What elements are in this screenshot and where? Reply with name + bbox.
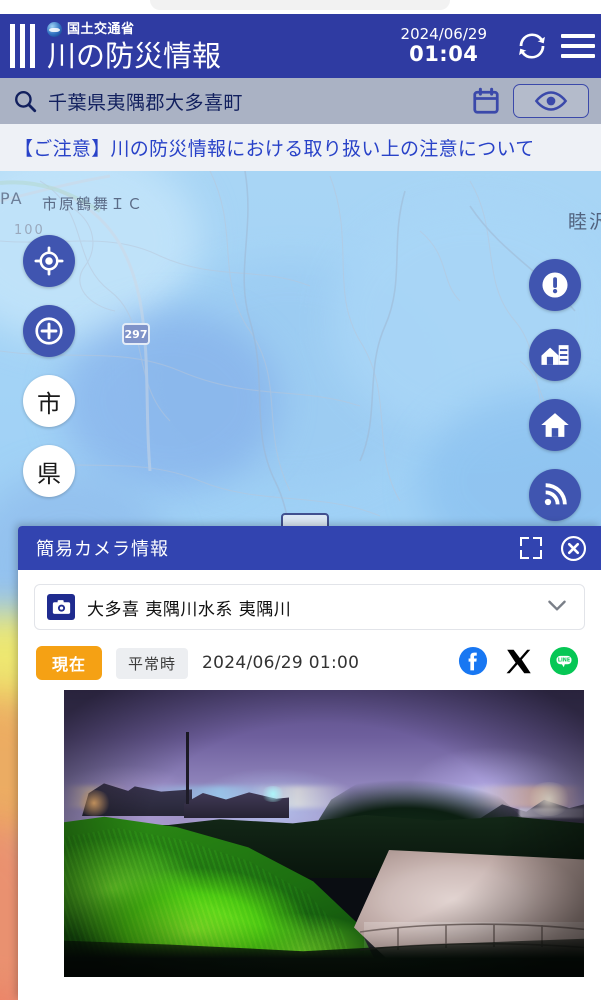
- app-root: 国土交通省 川の防災情報 2024/06/29 01:04 千葉県夷隅郡大多喜町…: [0, 0, 601, 1000]
- refresh-button[interactable]: [509, 30, 555, 62]
- station-selector[interactable]: 大多喜 夷隅川水系 夷隅川: [34, 584, 585, 630]
- site-title: 川の防災情報: [47, 39, 222, 73]
- camera-info-panel: 簡易カメラ情報 大多喜 夷隅川水系 夷隅川 現在 平常時 2024/06/29 …: [18, 526, 601, 1000]
- zoom-in-button[interactable]: [23, 305, 75, 357]
- map-label-pa: PA: [0, 189, 24, 208]
- calendar-button[interactable]: [465, 86, 507, 116]
- close-icon: [560, 535, 587, 561]
- exclamation-circle-icon: [542, 272, 568, 298]
- feed-button[interactable]: [529, 469, 581, 521]
- rss-icon: [544, 483, 567, 506]
- header-datetime: 2024/06/29 01:04: [400, 25, 487, 66]
- status-badge-now[interactable]: 現在: [36, 646, 103, 680]
- flooded-house-icon: [541, 345, 569, 365]
- brand-bars-icon: [10, 24, 35, 68]
- close-button[interactable]: [560, 535, 587, 562]
- camera-meta-row: 現在 平常時 2024/06/29 01:00 LINE: [36, 646, 585, 680]
- station-name: 大多喜 夷隅川水系 夷隅川: [87, 599, 292, 620]
- notice-bar[interactable]: 【ご注意】川の防災情報における取り扱い上の注意について: [0, 124, 601, 171]
- search-bar: [0, 78, 601, 124]
- svg-text:LINE: LINE: [558, 658, 570, 664]
- panel-title: 簡易カメラ情報: [36, 539, 169, 560]
- calendar-icon: [473, 87, 499, 114]
- search-icon[interactable]: [12, 88, 38, 114]
- refresh-icon: [519, 33, 545, 59]
- warning-button[interactable]: [529, 259, 581, 311]
- menu-button[interactable]: [555, 34, 601, 58]
- flood-damage-button[interactable]: [529, 329, 581, 381]
- panel-body: 大多喜 夷隅川水系 夷隅川 現在 平常時 2024/06/29 01:00 LI…: [18, 570, 601, 977]
- ministry-name: 国土交通省: [67, 21, 135, 37]
- panel-header: 簡易カメラ情報: [18, 526, 601, 570]
- map-label-mutsuzawa: 睦沢: [568, 211, 601, 233]
- locate-me-button[interactable]: [23, 235, 75, 287]
- brand-block[interactable]: 国土交通省 川の防災情報: [47, 19, 221, 73]
- mlit-logo: [47, 21, 62, 37]
- map-label-ichihara-ic: 市原鶴舞ＩＣ: [42, 195, 145, 213]
- search-input[interactable]: [48, 90, 465, 112]
- fullscreen-button[interactable]: [520, 537, 542, 559]
- river-camera-photo[interactable]: [64, 690, 584, 977]
- header-date: 2024/06/29: [400, 25, 487, 44]
- home-button[interactable]: [529, 399, 581, 451]
- share-button-group: LINE: [458, 646, 579, 680]
- crosshair-icon: [34, 246, 64, 276]
- plus-circle-icon: [35, 317, 63, 345]
- app-header: 国土交通省 川の防災情報 2024/06/29 01:04: [0, 14, 601, 78]
- city-layer-label: 市: [37, 389, 61, 418]
- notice-text: 【ご注意】川の防災情報における取り扱い上の注意について: [14, 138, 535, 160]
- prefecture-layer-label: 県: [37, 459, 61, 488]
- prefecture-layer-button[interactable]: 県: [23, 445, 75, 497]
- eye-icon: [534, 91, 568, 111]
- hamburger-menu-icon: [561, 34, 595, 58]
- visibility-toggle-button[interactable]: [513, 84, 589, 118]
- chevron-down-icon: [548, 600, 566, 611]
- camera-icon: [47, 594, 75, 620]
- station-expand-button[interactable]: [544, 592, 570, 622]
- status-badge-state: 平常時: [116, 647, 189, 679]
- status-bar: [0, 0, 601, 14]
- home-icon: [541, 413, 569, 437]
- line-share-icon[interactable]: LINE: [549, 646, 579, 680]
- city-layer-button[interactable]: 市: [23, 375, 75, 427]
- header-right-group: 2024/06/29 01:04: [401, 14, 601, 78]
- x-share-icon[interactable]: [504, 647, 533, 680]
- photo-vignette: [64, 690, 584, 977]
- route-shield-297: 297: [122, 323, 150, 345]
- facebook-share-icon[interactable]: [458, 646, 488, 680]
- observation-timestamp: 2024/06/29 01:00: [202, 653, 360, 673]
- header-time: 01:04: [409, 41, 479, 66]
